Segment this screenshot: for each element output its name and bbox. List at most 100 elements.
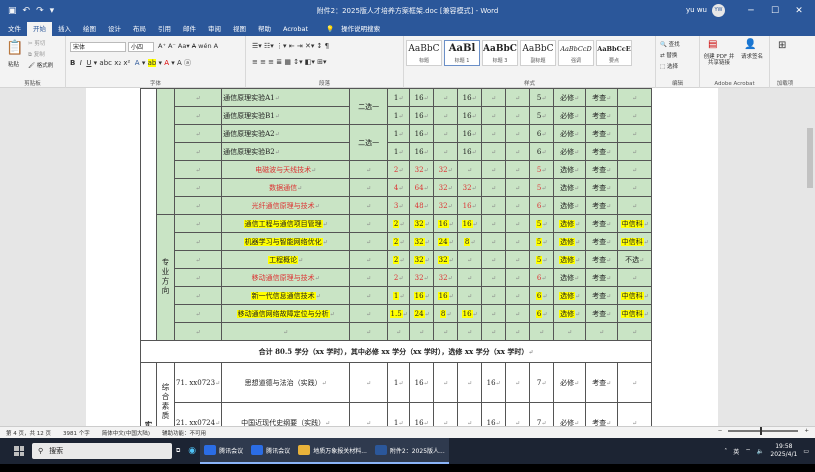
table-cell[interactable]: 16↵ (457, 106, 483, 125)
table-cell[interactable]: 通信原理实验A2↵ (221, 124, 351, 143)
table-cell[interactable]: ↵ (617, 402, 653, 426)
table-cell[interactable]: ↵ (433, 124, 459, 143)
table-cell[interactable]: 2↵ (387, 232, 411, 251)
minimize-icon[interactable]: ─ (739, 0, 763, 22)
table-cell[interactable]: 选修↵ (553, 160, 587, 179)
table-cell[interactable]: 32↵ (457, 178, 483, 197)
user-name[interactable]: yu wu (686, 6, 707, 14)
table-cell[interactable]: ↵ (221, 322, 351, 341)
style-heading3[interactable]: AaBbC 标题 3 (482, 40, 518, 66)
table-cell[interactable]: 5↵ (529, 106, 555, 125)
tab-design[interactable]: 设计 (102, 22, 127, 36)
table-cell[interactable]: ↵ (457, 402, 483, 426)
table-cell[interactable]: 1↵ (387, 124, 411, 143)
table-cell[interactable]: ↵ (349, 196, 389, 215)
tab-references[interactable]: 引用 (152, 22, 177, 36)
table-cell[interactable]: ↵ (481, 88, 507, 107)
table-cell[interactable]: ↵ (553, 322, 587, 341)
table-cell[interactable]: ↵ (173, 250, 223, 269)
table-cell[interactable]: ↵ (505, 196, 531, 215)
table-cell[interactable]: 电磁波与天线技术↵ (221, 160, 351, 179)
table-cell[interactable]: 6↵ (529, 196, 555, 215)
table-cell[interactable]: 6↵ (529, 124, 555, 143)
table-cell[interactable]: 16↵ (433, 214, 459, 233)
table-cell[interactable]: ↵ (617, 268, 653, 287)
table-cell[interactable]: 1↵ (387, 142, 411, 161)
format-painter-button[interactable]: 🖌 格式刷 (28, 61, 53, 69)
table-cell[interactable]: 1↵ (387, 106, 411, 125)
table-cell[interactable]: 32↵ (409, 232, 435, 251)
table-cell[interactable]: 5↵ (529, 160, 555, 179)
table-cell[interactable]: ↵ (349, 286, 389, 305)
replace-button[interactable]: ⇄ 替换 (660, 51, 677, 59)
table-cell[interactable]: 考查↵ (585, 178, 619, 197)
table-cell[interactable]: 选修↵ (553, 178, 587, 197)
table-cell[interactable]: 16↵ (457, 214, 483, 233)
table-cell[interactable]: 2↵ (387, 268, 411, 287)
style-strong[interactable]: AaBbCcE 要点 (596, 40, 632, 66)
table-cell[interactable]: ↵ (505, 142, 531, 161)
table-cell[interactable]: ↵ (457, 362, 483, 403)
table-cell[interactable]: 7↵ (529, 362, 555, 403)
table-cell[interactable]: ↵ (433, 106, 459, 125)
table-cell[interactable]: 6↵ (529, 286, 555, 305)
table-cell[interactable]: 24↵ (433, 232, 459, 251)
table-cell[interactable]: 32↵ (433, 178, 459, 197)
table-cell[interactable]: ↵ (349, 250, 389, 269)
table-cell[interactable]: 考查↵ (585, 214, 619, 233)
table-cell[interactable]: ↵ (617, 178, 653, 197)
zoom-thumb[interactable] (760, 427, 763, 435)
table-cell[interactable]: ↵ (457, 250, 483, 269)
windows-start-icon[interactable] (14, 446, 24, 456)
tab-home[interactable]: 开始 (27, 22, 52, 36)
tab-layout[interactable]: 布局 (127, 22, 152, 36)
table-cell[interactable]: 7↵ (529, 402, 555, 426)
taskbar-app-word[interactable]: 附件2：2025版人... (370, 438, 449, 464)
table-cell[interactable]: ↵ (173, 286, 223, 305)
table-cell[interactable]: 移动通信原理与技术↵ (221, 268, 351, 287)
table-cell[interactable]: 不选↵ (617, 250, 653, 269)
table-cell[interactable]: ↵ (173, 88, 223, 107)
table-cell[interactable]: ↵ (433, 402, 459, 426)
table-cell[interactable]: 3↵ (387, 196, 411, 215)
page-count[interactable]: 第 4 页，共 12 页 (6, 429, 51, 437)
table-cell[interactable]: ↵ (173, 142, 223, 161)
tab-help[interactable]: 帮助 (252, 22, 277, 36)
table-cell[interactable]: 中信科↵ (617, 286, 653, 305)
notification-icon[interactable]: ▭ (803, 448, 809, 455)
table-cell[interactable]: 5↵ (529, 232, 555, 251)
table-cell[interactable]: 1↵ (387, 402, 411, 426)
paste-button[interactable]: 粘贴 (8, 60, 19, 68)
table-cell[interactable]: 1.5↵ (387, 304, 411, 323)
table-cell[interactable]: 必修↵ (553, 362, 587, 403)
table-cell[interactable]: ↵ (173, 268, 223, 287)
table-cell[interactable]: ↵ (505, 214, 531, 233)
table-cell[interactable]: 6↵ (529, 268, 555, 287)
table-cell[interactable]: ↵ (387, 322, 411, 341)
sign-icon[interactable]: 👤 (744, 39, 756, 50)
table-cell[interactable]: 考查↵ (585, 362, 619, 403)
table-cell[interactable]: 机器学习与智能网络优化↵ (221, 232, 351, 251)
table-cell[interactable]: ↵ (529, 322, 555, 341)
table-cell[interactable]: ↵ (433, 322, 459, 341)
table-cell[interactable]: 32↵ (409, 160, 435, 179)
style-heading1[interactable]: AaBl 标题 1 (444, 40, 480, 66)
table-cell[interactable]: ↵ (173, 322, 223, 341)
close-icon[interactable]: ✕ (787, 0, 811, 22)
table-cell[interactable]: 数据通信↵ (221, 178, 351, 197)
edge-icon[interactable]: ◉ (184, 438, 200, 464)
table-cell[interactable]: ↵ (481, 106, 507, 125)
style-title[interactable]: AaBbC 标题 (406, 40, 442, 66)
table-cell[interactable]: 选修↵ (553, 268, 587, 287)
table-cell[interactable]: ↵ (505, 124, 531, 143)
table-cell[interactable]: ↵ (617, 106, 653, 125)
table-cell[interactable]: 必修↵ (553, 402, 587, 426)
table-cell[interactable]: ↵ (349, 160, 389, 179)
table-cell[interactable]: 16↵ (409, 286, 435, 305)
table-cell[interactable]: 考查↵ (585, 286, 619, 305)
style-subtitle[interactable]: AaBbC 副标题 (520, 40, 556, 66)
table-cell[interactable]: ↵ (457, 286, 483, 305)
table-cell[interactable]: 32↵ (409, 268, 435, 287)
table-cell[interactable]: ↵ (505, 250, 531, 269)
table-cell[interactable]: ↵ (173, 106, 223, 125)
